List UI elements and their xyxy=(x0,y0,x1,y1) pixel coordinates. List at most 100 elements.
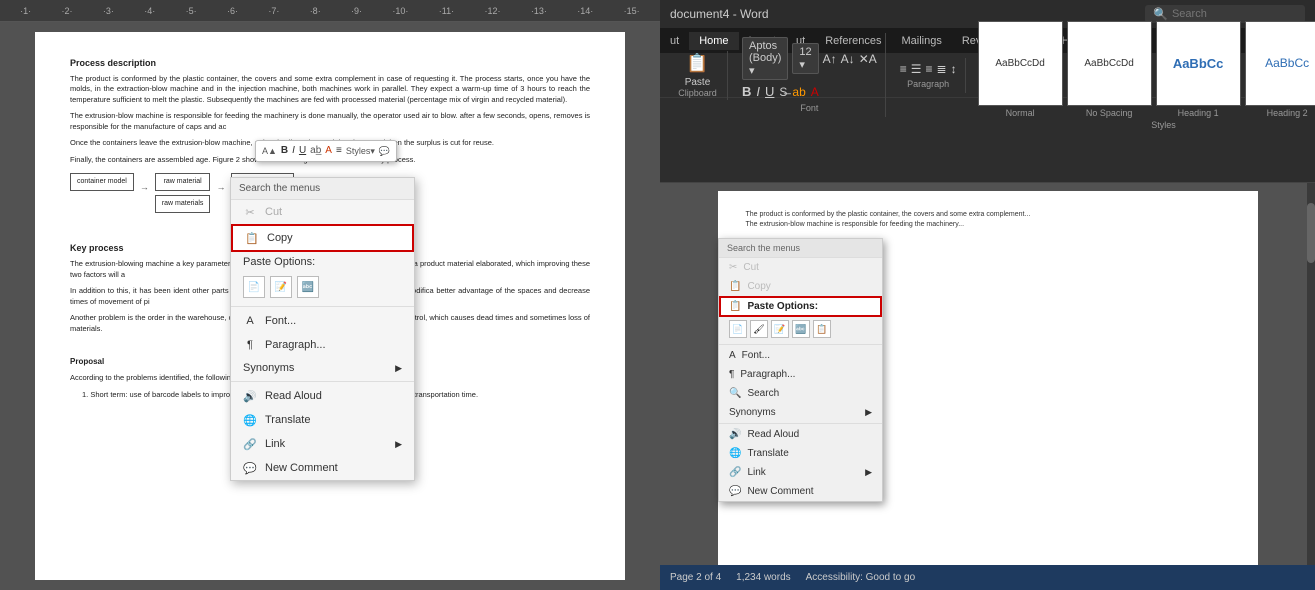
ctx-r-paragraph[interactable]: ¶ Paragraph... xyxy=(719,365,882,384)
style-h1-wrap: AaBbCc Heading 1 xyxy=(1156,21,1241,118)
ctx-r-synonyms[interactable]: Synonyms ▶ xyxy=(719,403,882,422)
font-underline-icon[interactable]: U xyxy=(299,144,306,158)
style-h2-thumb[interactable]: AaBbCc xyxy=(1245,21,1315,106)
font-size-dropdown[interactable]: 12 ▾ xyxy=(792,43,818,74)
paste-btn-2[interactable]: 📝 xyxy=(270,276,292,298)
ctx-font[interactable]: A Font... xyxy=(231,309,414,333)
font-group: Aptos (Body) ▾ 12 ▾ A↑ A↓ ✕A B I U S̶ ab… xyxy=(734,33,886,117)
clipboard-group: 📋 Paste Clipboard xyxy=(668,51,728,100)
ctx-synonyms[interactable]: Synonyms ▶ xyxy=(231,357,414,379)
font-size-icon[interactable]: A▲ xyxy=(262,145,277,158)
style-nospacing-thumb[interactable]: AaBbCcDd xyxy=(1067,21,1152,106)
paste-r-btn-2[interactable]: 🖌 xyxy=(750,320,768,338)
italic-icon[interactable]: I xyxy=(756,84,760,99)
scrollbar-right[interactable] xyxy=(1307,183,1315,590)
new-comment-icon[interactable]: 💬 xyxy=(379,145,390,158)
ctx-r-paste[interactable]: 📋 Paste Options: xyxy=(719,296,882,317)
paste-r-btn-4[interactable]: 🔤 xyxy=(792,320,810,338)
paragraph-group-label: Paragraph xyxy=(900,79,957,89)
new-comment-r-icon: 💬 xyxy=(729,486,741,497)
paste-r-btn-5[interactable]: 📋 xyxy=(813,320,831,338)
font-r-icon: A xyxy=(729,350,736,361)
copy-icon: 📋 xyxy=(245,231,259,245)
ctx-r-search-item[interactable]: 🔍 Search xyxy=(719,384,882,403)
ctx-r-font[interactable]: A Font... xyxy=(719,346,882,365)
styles-group-label: Styles xyxy=(978,120,1315,130)
paste-icons-r: 📄 🖌 📝 🔤 📋 xyxy=(719,317,882,343)
align-left-icon[interactable]: ≡ xyxy=(900,62,907,76)
synonyms-r-arrow: ▶ xyxy=(865,407,872,418)
ctx-r-sep1 xyxy=(719,344,882,345)
font-color-r-icon[interactable]: A xyxy=(811,85,819,99)
justify-icon[interactable]: ≣ xyxy=(937,62,947,76)
ctx-r-copy[interactable]: 📋 Copy xyxy=(719,277,882,296)
paragraph-group: ≡ ☰ ≡ ≣ ↕ Paragraph xyxy=(892,58,966,93)
font-color-icon[interactable]: A xyxy=(325,144,332,158)
style-dropdown[interactable]: Styles▾ xyxy=(346,145,375,158)
ctx-r-link[interactable]: 🔗 Link ▶ xyxy=(719,463,882,482)
align-center-icon[interactable]: ☰ xyxy=(911,62,922,76)
link-arrow: ▶ xyxy=(395,439,402,450)
ribbon-row-top: 📋 Paste Clipboard Aptos (Body) ▾ 12 ▾ A↑… xyxy=(660,53,1315,98)
shrink-font-icon[interactable]: A↓ xyxy=(841,52,855,66)
app-title: document4 - Word xyxy=(670,7,769,21)
style-h2-wrap: AaBbCc Heading 2 xyxy=(1245,21,1315,118)
highlight-color-icon[interactable]: ab xyxy=(792,85,805,99)
paste-section: Paste Options: xyxy=(231,252,414,272)
ruler-marks: ·1· ·2· ·3· ·4· ·5· ·6· ·7· ·8· ·9· ·10·… xyxy=(5,6,655,16)
ctx-r-search[interactable]: Search the menus xyxy=(719,239,882,258)
link-r-icon: 🔗 xyxy=(729,467,741,478)
tab-review[interactable]: Mailings xyxy=(892,32,952,50)
style-normal-thumb[interactable]: AaBbCcDd xyxy=(978,21,1063,106)
style-h2-label: Heading 2 xyxy=(1267,108,1308,118)
flow-box-container: container model xyxy=(70,173,134,191)
ctx-paragraph[interactable]: ¶ Paragraph... xyxy=(231,333,414,357)
paste-btn-3[interactable]: 🔤 xyxy=(297,276,319,298)
clear-format-icon[interactable]: ✕A xyxy=(859,52,877,66)
font-italic-icon[interactable]: I xyxy=(292,144,295,158)
mini-toolbar[interactable]: A▲ B I U ab̲ A ≡ Styles▾ 💬 xyxy=(255,140,397,162)
ctx-new-comment[interactable]: 💬 New Comment xyxy=(231,456,414,480)
paste-btn-1[interactable]: 📄 xyxy=(243,276,265,298)
align-right-icon[interactable]: ≡ xyxy=(926,62,933,76)
strikethrough-icon[interactable]: S̶ xyxy=(779,85,787,99)
ctx-translate[interactable]: 🌐 Translate xyxy=(231,408,414,432)
accessibility-status: Accessibility: Good to go xyxy=(806,572,916,583)
ruler: ·1· ·2· ·3· ·4· ·5· ·6· ·7· ·8· ·9· ·10·… xyxy=(0,0,660,22)
ctx-link[interactable]: 🔗 Link ▶ xyxy=(231,432,414,456)
ctx-read-aloud[interactable]: 🔊 Read Aloud xyxy=(231,384,414,408)
word-count: 1,234 words xyxy=(736,572,790,583)
ctx-r-read-aloud[interactable]: 🔊 Read Aloud xyxy=(719,425,882,444)
underline-icon[interactable]: U xyxy=(765,84,774,99)
line-spacing-icon[interactable]: ↕ xyxy=(951,62,957,76)
flow-box-raw1: raw material xyxy=(155,173,211,191)
font-family-dropdown[interactable]: Aptos (Body) ▾ xyxy=(742,37,788,80)
ctx-r-translate[interactable]: 🌐 Translate xyxy=(719,444,882,463)
style-normal-wrap: AaBbCcDd Normal xyxy=(978,21,1063,118)
tab-home[interactable]: Home xyxy=(689,32,738,50)
font-bold-icon[interactable]: B xyxy=(281,144,288,158)
ribbon: 📋 Paste Clipboard Aptos (Body) ▾ 12 ▾ A↑… xyxy=(660,53,1315,183)
paste-r-btn-3[interactable]: 📝 xyxy=(771,320,789,338)
link-r-arrow: ▶ xyxy=(865,467,872,478)
grow-font-icon[interactable]: A↑ xyxy=(823,52,837,66)
paste-r-btn-1[interactable]: 📄 xyxy=(729,320,747,338)
ctx-copy[interactable]: 📋 Copy xyxy=(231,224,414,252)
ctx-r-new-comment[interactable]: 💬 New Comment xyxy=(719,482,882,501)
font-icon: A xyxy=(243,314,257,328)
ctx-search-left[interactable]: Search the menus xyxy=(231,178,414,200)
style-h1-thumb[interactable]: AaBbCc xyxy=(1156,21,1241,106)
tab-ut[interactable]: ut xyxy=(660,32,689,50)
ctx-cut[interactable]: ✂ Cut xyxy=(231,200,414,224)
ctx-r-cut[interactable]: ✂ Cut xyxy=(719,258,882,277)
bold-icon[interactable]: B xyxy=(742,84,751,99)
styles-group: AaBbCcDd Normal AaBbCcDd No Spacing xyxy=(972,17,1315,134)
doc-heading-process: Process description xyxy=(70,57,590,70)
highlight-icon[interactable]: ab̲ xyxy=(310,144,321,158)
cut-r-icon: ✂ xyxy=(729,262,737,273)
clipboard-icon[interactable]: 📋 xyxy=(686,53,708,74)
new-comment-left-icon: 💬 xyxy=(243,461,257,475)
scrollbar-thumb-right[interactable] xyxy=(1307,203,1315,263)
paragraph-r-icon: ¶ xyxy=(729,369,734,380)
list-icon[interactable]: ≡ xyxy=(336,144,342,158)
